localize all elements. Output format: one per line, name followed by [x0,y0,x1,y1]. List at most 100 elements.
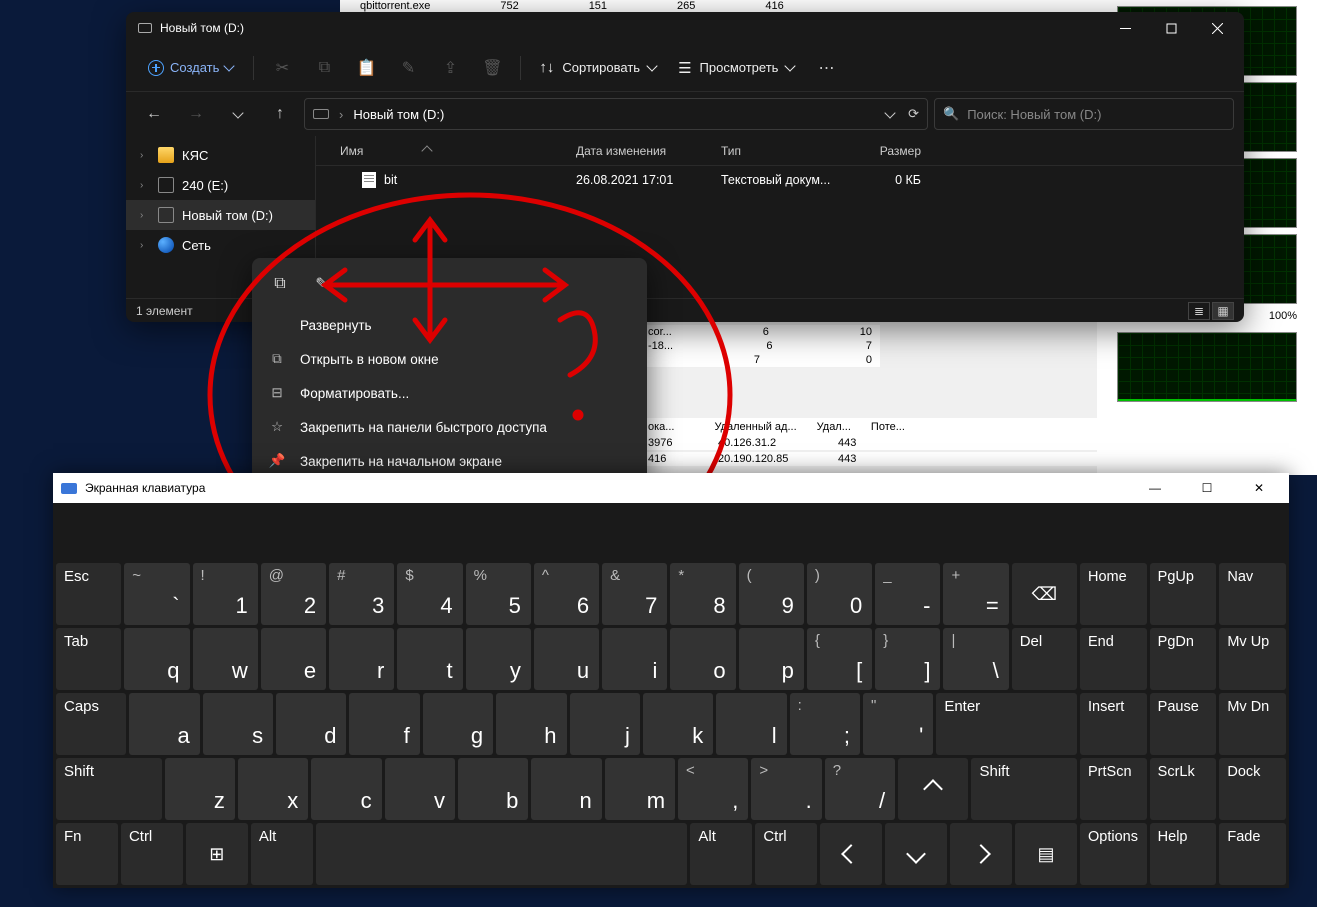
key[interactable]: a [129,693,199,755]
key[interactable]: n [531,758,601,820]
context-open-new-window[interactable]: ⧉Открыть в новом окне [252,342,647,376]
key[interactable]: &7 [602,563,667,625]
close-button[interactable] [1194,13,1240,43]
key[interactable]: l [716,693,786,755]
key[interactable]: h [496,693,566,755]
expand-chevron-icon[interactable]: › [140,180,150,191]
key[interactable]: t [397,628,462,690]
osk-close-button[interactable]: ✕ [1237,474,1281,502]
address-bar[interactable]: › Новый том (D:) ⟳ [304,98,928,130]
key[interactable] [316,823,688,885]
details-view-button[interactable]: ≣ [1188,302,1210,320]
up-button[interactable]: ↑ [262,98,298,130]
key[interactable]: z [165,758,235,820]
back-button[interactable]: ← [136,98,172,130]
key[interactable]: ?/ [825,758,895,820]
copy-icon-button[interactable]: ⧉ [262,268,298,300]
sort-button[interactable]: ↑↓Сортировать [529,50,666,86]
key[interactable]: Fn [56,823,118,885]
forward-button[interactable]: → [178,98,214,130]
key[interactable]: ⊞ [186,823,248,885]
paste-button[interactable]: 📋 [346,50,386,86]
key[interactable]: k [643,693,713,755]
key[interactable]: m [605,758,675,820]
key[interactable]: )0 [807,563,872,625]
key[interactable]: (9 [739,563,804,625]
key[interactable]: Enter [936,693,1077,755]
key[interactable] [898,758,968,820]
key[interactable]: += [943,563,1008,625]
more-button[interactable]: ⋯ [806,50,846,86]
key[interactable]: s [203,693,273,755]
expand-chevron-icon[interactable]: › [140,150,150,161]
refresh-button[interactable]: ⟳ [908,106,919,122]
key[interactable] [885,823,947,885]
key[interactable]: }] [875,628,940,690]
key[interactable]: g [423,693,493,755]
delete-button[interactable]: 🗑 [472,50,512,86]
tree-item[interactable]: ›КЯС [126,140,315,170]
columns-header[interactable]: Имя Дата изменения Тип Размер [316,136,1244,166]
tree-item[interactable]: ›240 (E:) [126,170,315,200]
key[interactable]: r [329,628,394,690]
key[interactable]: x [238,758,308,820]
minimize-button[interactable] [1102,13,1148,43]
cut-button[interactable]: ✂ [262,50,302,86]
file-row[interactable]: bit26.08.2021 17:01Текстовый докум...0 К… [316,166,1244,194]
key[interactable]: Del [1012,628,1077,690]
key[interactable]: |\ [943,628,1008,690]
create-button[interactable]: Создать [136,51,245,85]
osk-minimize-button[interactable]: — [1133,474,1177,502]
rename-icon-button[interactable]: ✎ [304,268,340,300]
maximize-button[interactable] [1148,13,1194,43]
icons-view-button[interactable]: ▦ [1212,302,1234,320]
key[interactable]: :; [790,693,860,755]
key[interactable]: PrtScn [1080,758,1147,820]
key[interactable]: @2 [261,563,326,625]
key[interactable]: !1 [193,563,258,625]
key[interactable]: w [193,628,258,690]
copy-button[interactable]: ⧉ [304,50,344,86]
key[interactable]: Ctrl [755,823,817,885]
key[interactable]: Options [1080,823,1147,885]
view-button[interactable]: ☰Просмотреть [668,50,804,86]
key[interactable]: Dock [1219,758,1286,820]
address-segment[interactable]: Новый том (D:) [353,107,444,122]
search-input[interactable]: 🔍 Поиск: Новый том (D:) [934,98,1234,130]
key[interactable]: $4 [397,563,462,625]
key[interactable]: j [570,693,640,755]
key[interactable]: o [670,628,735,690]
key[interactable]: <, [678,758,748,820]
key[interactable]: ScrLk [1150,758,1217,820]
key[interactable]: "' [863,693,933,755]
key[interactable]: PgUp [1150,563,1217,625]
address-dropdown[interactable] [884,107,895,118]
share-button[interactable]: ⇪ [430,50,470,86]
key[interactable]: Alt [690,823,752,885]
key[interactable]: Mv Dn [1219,693,1286,755]
key[interactable]: v [385,758,455,820]
context-pin-quick-access[interactable]: ☆Закрепить на панели быстрого доступа [252,410,647,444]
expand-chevron-icon[interactable]: › [140,210,150,221]
key[interactable]: #3 [329,563,394,625]
key[interactable]: Fade [1219,823,1286,885]
tree-item[interactable]: ›Сеть [126,230,315,260]
osk-titlebar[interactable]: Экранная клавиатура — ☐ ✕ [53,473,1289,503]
key[interactable]: Alt [251,823,313,885]
key[interactable]: i [602,628,667,690]
tree-item[interactable]: ›Новый том (D:) [126,200,315,230]
context-format[interactable]: ⊟Форматировать... [252,376,647,410]
key[interactable]: %5 [466,563,531,625]
key[interactable]: y [466,628,531,690]
key[interactable]: Nav [1219,563,1286,625]
key[interactable]: Tab [56,628,121,690]
expand-chevron-icon[interactable]: › [140,240,150,251]
key[interactable]: Esc [56,563,121,625]
key[interactable]: Shift [971,758,1077,820]
key[interactable]: d [276,693,346,755]
key[interactable]: ▤ [1015,823,1077,885]
key[interactable]: q [124,628,189,690]
key[interactable]: End [1080,628,1147,690]
key[interactable]: e [261,628,326,690]
key[interactable]: ~` [124,563,189,625]
